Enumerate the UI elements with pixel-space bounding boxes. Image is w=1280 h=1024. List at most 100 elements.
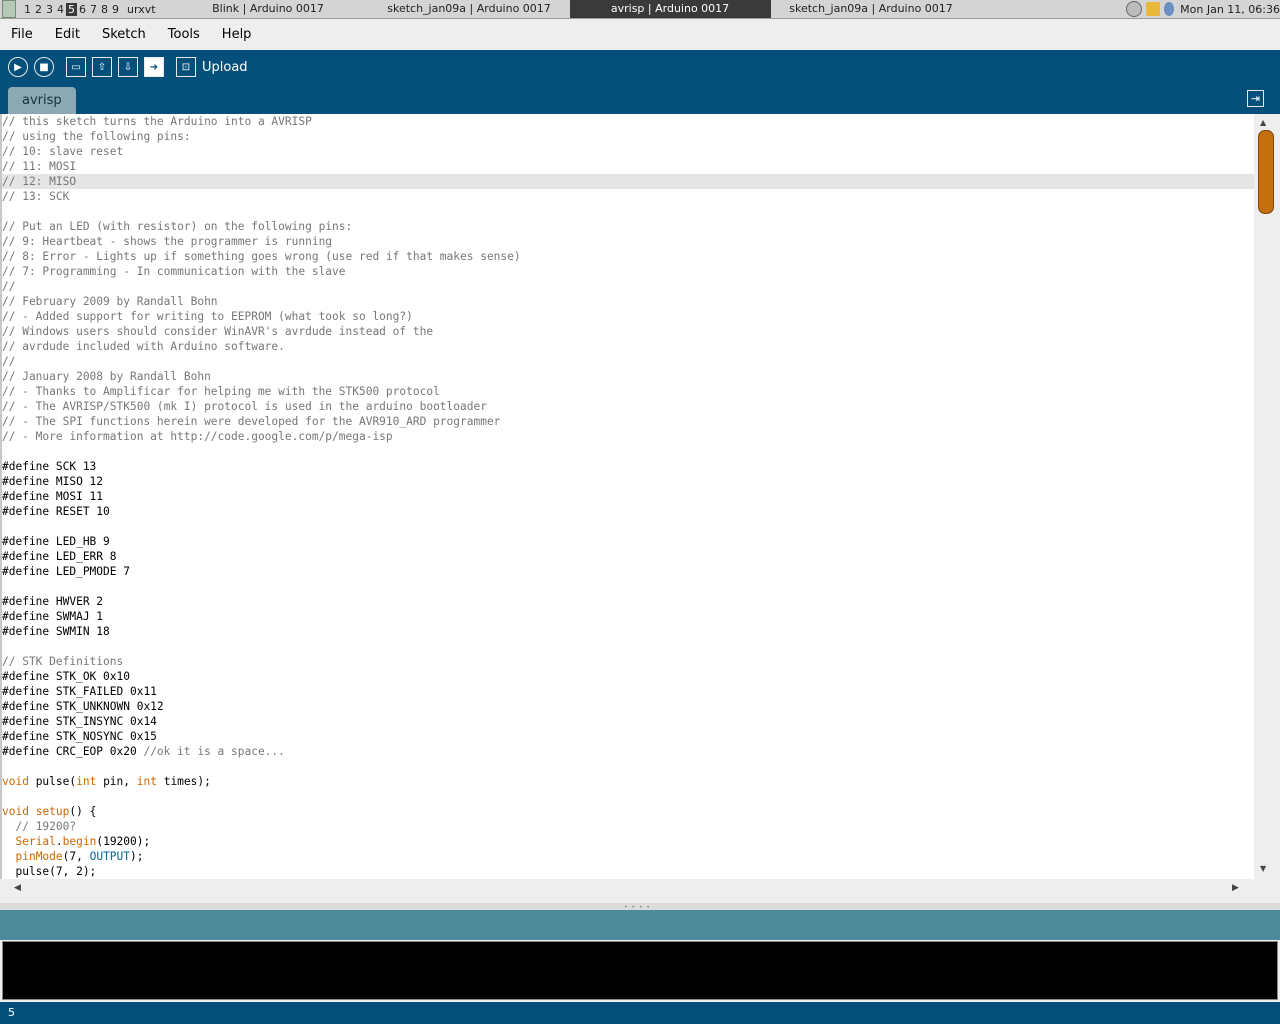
taskbar-window-0[interactable]: Blink | Arduino 0017 (168, 0, 369, 18)
new-button[interactable]: ▭ (66, 57, 86, 77)
code-line[interactable]: pulse(7, 2); (2, 864, 1254, 879)
workspace-7[interactable]: 7 (88, 3, 99, 16)
workspace-6[interactable]: 6 (77, 3, 88, 16)
code-line[interactable]: #define SCK 13 (2, 459, 1254, 474)
scroll-left-arrow-icon[interactable]: ◀ (14, 883, 21, 893)
star-icon[interactable] (1146, 2, 1161, 16)
workspace-8[interactable]: 8 (99, 3, 110, 16)
tab-menu-button[interactable]: ⇥ (1247, 90, 1264, 107)
code-line[interactable] (2, 444, 1254, 459)
play-icon: ▶ (14, 61, 22, 73)
scroll-up-arrow-icon[interactable]: ▲ (1260, 118, 1266, 127)
code-line[interactable]: void setup() { (2, 804, 1254, 819)
code-line[interactable]: #define SWMAJ 1 (2, 609, 1254, 624)
stop-button[interactable]: ■ (34, 57, 54, 77)
code-line[interactable]: // (2, 279, 1254, 294)
code-line[interactable] (2, 789, 1254, 804)
code-line[interactable]: #define STK_INSYNC 0x14 (2, 714, 1254, 729)
code-line[interactable]: // 11: MOSI (2, 159, 1254, 174)
code-line[interactable] (2, 759, 1254, 774)
code-line[interactable]: // - Thanks to Amplificar for helping me… (2, 384, 1254, 399)
menu-sketch[interactable]: Sketch (91, 27, 157, 42)
code-line[interactable]: // Windows users should consider WinAVR'… (2, 324, 1254, 339)
save-button[interactable]: ⇩ (118, 57, 138, 77)
taskbar-window-3[interactable]: sketch_jan09a | Arduino 0017 (771, 0, 972, 18)
code-line[interactable]: #define STK_NOSYNC 0x15 (2, 729, 1254, 744)
code-line[interactable]: // 10: slave reset (2, 144, 1254, 159)
code-editor[interactable]: // this sketch turns the Arduino into a … (0, 114, 1254, 879)
desktop-taskbar: 123456789 urxvt Blink | Arduino 0017 sket… (0, 0, 1280, 19)
code-line[interactable]: // STK Definitions (2, 654, 1254, 669)
code-line[interactable]: // 13: SCK (2, 189, 1254, 204)
code-line[interactable]: #define MOSI 11 (2, 489, 1254, 504)
menu-file[interactable]: File (0, 27, 44, 42)
taskbar-window-2[interactable]: avrisp | Arduino 0017 (569, 0, 771, 18)
tab-menu-arrow-icon: ⇥ (1250, 92, 1261, 105)
open-button[interactable]: ⇧ (92, 57, 112, 77)
workspace-5[interactable]: 5 (66, 2, 77, 16)
code-line[interactable]: // 8: Error - Lights up if something goe… (2, 249, 1254, 264)
code-line[interactable]: // February 2009 by Randall Bohn (2, 294, 1254, 309)
code-line[interactable]: // 9: Heartbeat - shows the programmer i… (2, 234, 1254, 249)
code-line[interactable] (2, 204, 1254, 219)
vertical-scrollbar[interactable]: ▲ ▼ (1254, 114, 1280, 879)
code-line[interactable]: // 19200? (2, 819, 1254, 834)
code-line[interactable]: #define STK_UNKNOWN 0x12 (2, 699, 1254, 714)
tab-avrisp[interactable]: avrisp (8, 87, 76, 114)
code-line[interactable]: // - More information at http://code.goo… (2, 429, 1254, 444)
terminal-launcher[interactable]: urxvt (127, 3, 156, 16)
scroll-right-arrow-icon[interactable]: ▶ (1232, 883, 1239, 893)
workspace-1[interactable]: 1 (22, 3, 33, 16)
code-line[interactable]: pinMode(7, OUTPUT); (2, 849, 1254, 864)
weather-icon[interactable] (1126, 1, 1143, 17)
code-line[interactable]: // Put an LED (with resistor) on the fol… (2, 219, 1254, 234)
serial-monitor-button[interactable]: ⊡ (176, 57, 196, 77)
code-line[interactable]: #define SWMIN 18 (2, 624, 1254, 639)
verify-button[interactable]: ▶ (8, 57, 28, 77)
menu-edit[interactable]: Edit (44, 27, 91, 42)
code-line[interactable]: #define HWVER 2 (2, 594, 1254, 609)
code-line[interactable]: #define STK_OK 0x10 (2, 669, 1254, 684)
code-line[interactable]: #define LED_HB 9 (2, 534, 1254, 549)
menu-tools[interactable]: Tools (157, 27, 211, 42)
code-line[interactable]: Serial.begin(19200); (2, 834, 1254, 849)
code-line[interactable]: #define MISO 12 (2, 474, 1254, 489)
code-line[interactable]: // (2, 354, 1254, 369)
workspace-2[interactable]: 2 (33, 3, 44, 16)
code-line[interactable]: // - The AVRISP/STK500 (mk I) protocol i… (2, 399, 1254, 414)
code-line[interactable]: // avrdude included with Arduino softwar… (2, 339, 1254, 354)
code-line[interactable]: // using the following pins: (2, 129, 1254, 144)
code-line[interactable]: // 12: MISO (2, 174, 1254, 189)
code-line[interactable]: // this sketch turns the Arduino into a … (2, 114, 1254, 129)
code-line[interactable]: #define CRC_EOP 0x20 //ok it is a space.… (2, 744, 1254, 759)
new-file-icon: ▭ (71, 61, 81, 73)
desktop-menu-icon[interactable] (2, 0, 16, 18)
scroll-down-arrow-icon[interactable]: ▼ (1260, 864, 1266, 873)
code-line[interactable]: #define STK_FAILED 0x11 (2, 684, 1254, 699)
taskbar-window-1[interactable]: sketch_jan09a | Arduino 0017 (369, 0, 570, 18)
code-line[interactable] (2, 579, 1254, 594)
water-drop-icon[interactable] (1164, 2, 1175, 16)
code-line[interactable]: #define LED_ERR 8 (2, 549, 1254, 564)
menu-help[interactable]: Help (211, 27, 263, 42)
workspace-9[interactable]: 9 (110, 3, 121, 16)
code-line[interactable]: #define LED_PMODE 7 (2, 564, 1254, 579)
horizontal-scrollbar[interactable]: ◀ ▶ (0, 879, 1254, 903)
workspace-4[interactable]: 4 (55, 3, 66, 16)
code-line[interactable]: // 7: Programming - In communication wit… (2, 264, 1254, 279)
code-line[interactable]: // January 2008 by Randall Bohn (2, 369, 1254, 384)
pane-splitter[interactable]: • • • • (0, 903, 1280, 911)
code-line[interactable]: void pulse(int pin, int times); (2, 774, 1254, 789)
upload-button[interactable]: ➜ (144, 57, 164, 77)
code-line[interactable]: #define RESET 10 (2, 504, 1254, 519)
clock[interactable]: Mon Jan 11, 06:36 (1180, 3, 1280, 16)
code-line[interactable]: // - Added support for writing to EEPROM… (2, 309, 1254, 324)
vertical-scroll-thumb[interactable] (1258, 130, 1274, 214)
code-line[interactable] (2, 639, 1254, 654)
console-output[interactable] (2, 941, 1278, 1000)
code-text[interactable]: // this sketch turns the Arduino into a … (2, 114, 1254, 879)
code-line[interactable] (2, 519, 1254, 534)
task-list: Blink | Arduino 0017 sketch_jan09a | Ardu… (168, 0, 1119, 18)
workspace-3[interactable]: 3 (44, 3, 55, 16)
code-line[interactable]: // - The SPI functions herein were devel… (2, 414, 1254, 429)
